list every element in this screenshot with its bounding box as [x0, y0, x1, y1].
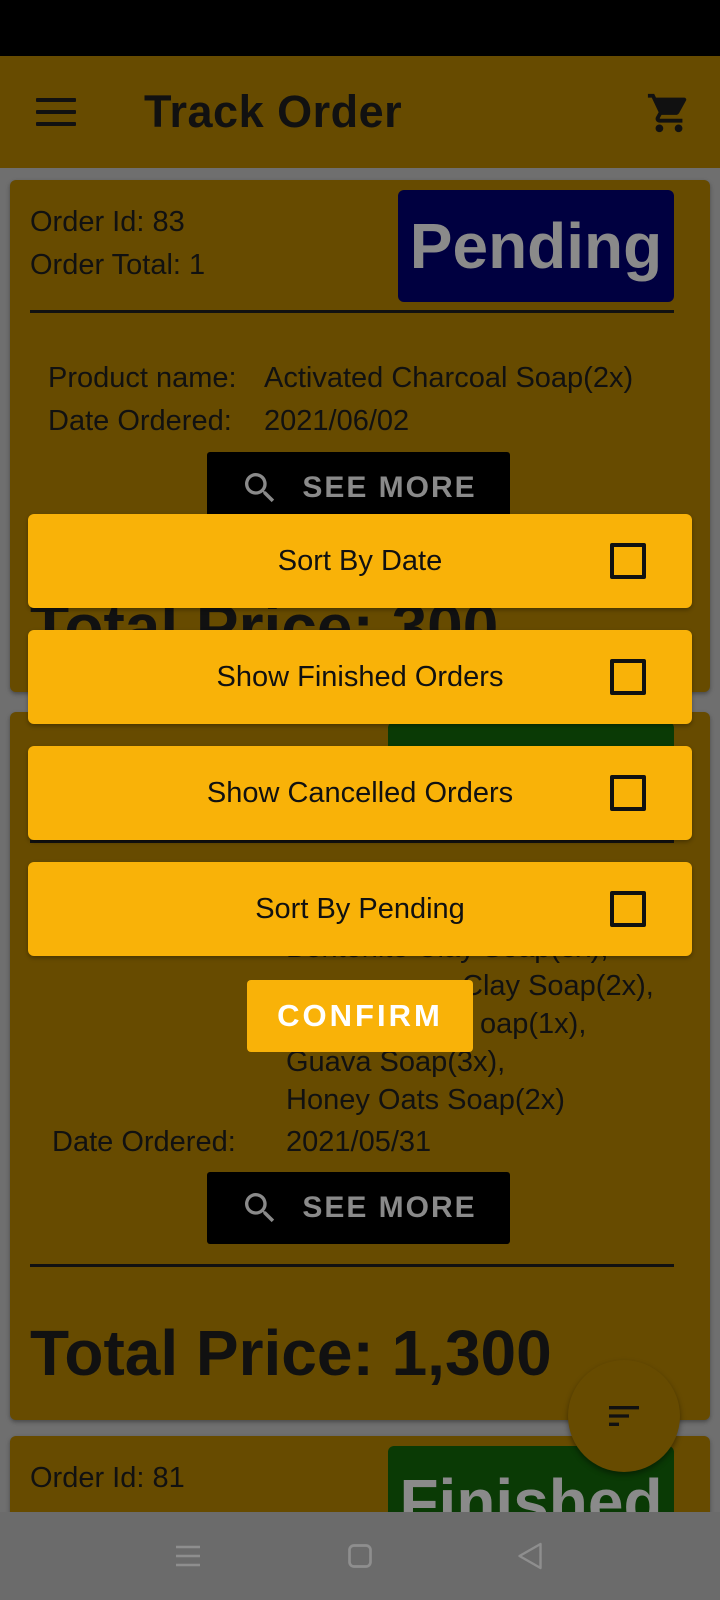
sort-by-pending-option[interactable]: Sort By Pending — [28, 862, 692, 956]
sort-filter-icon — [609, 1406, 639, 1426]
app-bar: Track Order — [0, 56, 720, 168]
product-line: oap(1x), — [480, 1008, 587, 1040]
page-title: Track Order — [144, 86, 403, 137]
sort-by-date-checkbox[interactable] — [610, 543, 646, 579]
date-ordered-label: Date Ordered: — [48, 405, 232, 437]
back-triangle-icon[interactable] — [512, 1538, 548, 1574]
order-total: Order Total: 1 — [30, 249, 206, 281]
date-ordered-label: Date Ordered: — [52, 1126, 236, 1158]
divider — [30, 840, 674, 843]
order-card: Order Id: 83 Order Total: 1 Pending Prod… — [10, 180, 710, 692]
see-more-label: SEE MORE — [302, 471, 477, 504]
home-square-icon[interactable] — [342, 1538, 378, 1574]
option-label: Show Finished Orders — [216, 660, 504, 693]
recents-menu-icon[interactable] — [170, 1538, 206, 1574]
see-more-label: SEE MORE — [302, 1191, 477, 1224]
option-label: Show Cancelled Orders — [206, 776, 514, 809]
product-line: Honey Oats Soap(2x) — [286, 1084, 565, 1116]
order-id: Order Id: 83 — [30, 206, 185, 238]
date-ordered-value: 2021/06/02 — [264, 405, 410, 437]
product-line: Clay Soap(2x), — [462, 970, 654, 1002]
search-icon — [245, 473, 275, 503]
product-name-value: Activated Charcoal Soap(2x) — [264, 362, 634, 394]
sort-by-date-option[interactable]: Sort By Date — [28, 514, 692, 608]
divider — [30, 1264, 674, 1267]
system-nav-bar — [0, 1512, 720, 1600]
total-price: Total Price: 1,300 — [30, 1317, 552, 1389]
search-icon — [245, 1193, 275, 1223]
divider — [30, 310, 674, 313]
option-label: Sort By Pending — [255, 892, 465, 925]
orders-list[interactable]: Order Id: 83 Order Total: 1 Pending Prod… — [0, 168, 720, 1512]
filter-fab[interactable] — [568, 1360, 680, 1472]
show-cancelled-orders-option[interactable]: Show Cancelled Orders — [28, 746, 692, 840]
status-badge: Pending — [398, 190, 674, 302]
confirm-button[interactable]: CONFIRM — [247, 980, 473, 1052]
product-name-label: Product name: — [48, 362, 237, 394]
status-bar — [0, 0, 720, 56]
option-label: Sort By Date — [277, 544, 443, 577]
see-more-button[interactable]: SEE MORE — [207, 1172, 510, 1244]
date-ordered-value: 2021/05/31 — [286, 1126, 432, 1158]
show-finished-orders-checkbox[interactable] — [610, 659, 646, 695]
show-finished-orders-option[interactable]: Show Finished Orders — [28, 630, 692, 724]
order-id: Order Id: 81 — [30, 1462, 185, 1494]
hamburger-menu-icon[interactable] — [36, 98, 76, 128]
show-cancelled-orders-checkbox[interactable] — [610, 775, 646, 811]
sort-by-pending-checkbox[interactable] — [610, 891, 646, 927]
shopping-cart-icon[interactable] — [646, 90, 692, 136]
